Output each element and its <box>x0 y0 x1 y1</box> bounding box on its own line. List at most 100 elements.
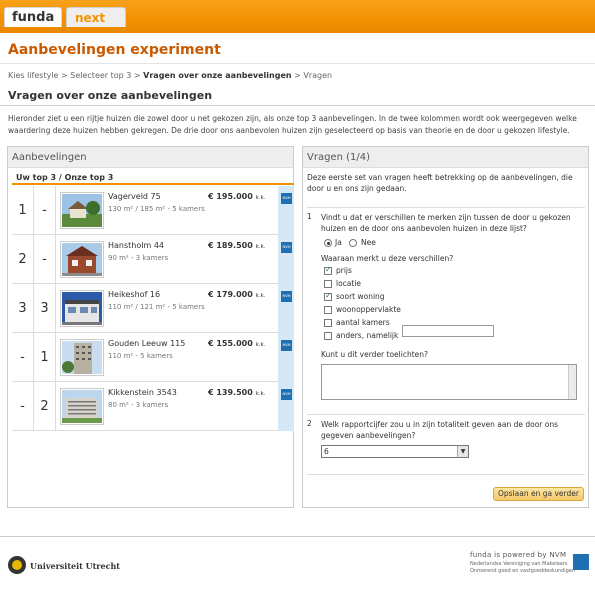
panel-title: Aanbevelingen <box>8 147 293 168</box>
question-2: 2 Welk rapportcijfer zou u in zijn total… <box>307 414 585 464</box>
questions-panel: Vragen (1/4) Deze eerste set van vragen … <box>302 146 589 508</box>
question-text: Vindt u dat er verschillen te merken zij… <box>321 213 571 233</box>
house-thumbnail[interactable] <box>60 290 104 327</box>
rating-select-value: 6 <box>324 447 329 456</box>
breadcrumb-sep: > <box>133 71 141 80</box>
breadcrumb-sep: > <box>294 71 301 80</box>
user-rank: - <box>12 333 34 382</box>
checkbox-aantal-kamers[interactable] <box>324 319 332 327</box>
house-thumbnail[interactable] <box>60 241 104 278</box>
our-rank: 1 <box>34 333 56 382</box>
checkbox-prijs[interactable] <box>324 265 332 275</box>
our-rank: 3 <box>34 284 56 333</box>
user-rank: 1 <box>12 186 34 235</box>
checkbox-label: anders, namelijk <box>336 331 399 340</box>
nvm-icon: NVM <box>281 291 292 302</box>
nvm-subtitle: Nederlandse Vereniging van Makelaars <box>470 561 568 567</box>
question-number: 2 <box>307 419 312 428</box>
house-details: 110 m² - 5 kamers <box>108 352 173 360</box>
questions-intro: Deze eerste set van vragen heeft betrekk… <box>307 173 573 193</box>
divider <box>307 474 585 475</box>
explain-label: Kunt u dit verder toelichten? <box>321 350 429 359</box>
table-row[interactable]: -2 Kikkenstein 3543 80 m² - 3 kamers € 139.… <box>12 382 294 431</box>
our-rank: - <box>34 186 56 235</box>
anders-input[interactable] <box>402 325 494 337</box>
house-details: 130 m² / 185 m² - 5 kamers <box>108 205 205 213</box>
house-details: 80 m² - 3 kamers <box>108 401 169 409</box>
checkbox-label: soort woning <box>336 292 385 301</box>
house-price: € 189.500 k.k. <box>208 241 266 250</box>
checkbox-label: woonoppervlakte <box>336 305 401 314</box>
next-tab[interactable]: next <box>66 7 126 27</box>
scrollbar[interactable] <box>568 365 576 399</box>
funda-tab[interactable]: funda <box>4 7 62 27</box>
checkbox-locatie[interactable] <box>324 280 332 288</box>
checkbox-woonoppervlakte[interactable] <box>324 306 332 314</box>
house-details: 110 m² / 121 m² - 5 kamers <box>108 303 205 311</box>
question-1: 1 Vindt u dat er verschillen te merken z… <box>307 207 585 400</box>
footer-divider <box>0 536 595 537</box>
table-row[interactable]: -1 Gouden Leeuw 115 110 m² - 5 kamers € 155… <box>12 333 294 382</box>
our-rank: 2 <box>34 382 56 431</box>
radio-no-label: Nee <box>361 238 376 247</box>
breadcrumb-step-vragen: Vragen <box>303 71 333 80</box>
rating-select[interactable]: 6 ▼ <box>321 445 469 458</box>
table-row[interactable]: 3 3 Heikeshof 16 110 m² / 121 m² - 5 kamers… <box>12 284 294 333</box>
nvm-logo-icon <box>573 554 589 570</box>
house-list: 1- Vagerveld 75 130 m² / 185 m² - 5 kamers… <box>12 186 294 431</box>
user-rank: 3 <box>12 284 34 333</box>
house-thumbnail[interactable] <box>60 192 104 229</box>
page-title: Aanbevelingen experiment <box>8 42 221 58</box>
university-name: Universiteit Utrecht <box>30 561 120 571</box>
divider <box>0 105 595 106</box>
breadcrumb-sep: > <box>61 71 68 80</box>
house-price: € 195.000 k.k. <box>208 192 266 201</box>
university-seal-icon <box>8 556 26 574</box>
explain-textarea[interactable] <box>321 364 577 400</box>
brick-house-photo <box>62 243 102 276</box>
nvm-icon: NVM <box>281 340 292 351</box>
house-name[interactable]: Kikkenstein 3543 <box>108 388 177 397</box>
nvm-icon: NVM <box>281 193 292 204</box>
powered-by-text: funda is powered by NVM <box>470 551 567 559</box>
section-title: Vragen over onze aanbevelingen <box>8 89 213 102</box>
checkbox-label: prijs <box>336 266 352 275</box>
house-name[interactable]: Heikeshof 16 <box>108 290 160 299</box>
radio-yes-label: Ja <box>335 238 342 247</box>
sub-question-label: Waaraan merkt u deze verschillen? <box>321 254 454 263</box>
nvm-icon: NVM <box>281 242 292 253</box>
breadcrumb-step-lifestyle[interactable]: Kies lifestyle <box>8 71 58 80</box>
save-continue-button[interactable]: Opslaan en ga verder <box>493 487 584 501</box>
intro-text: Hieronder ziet u een rijtje huizen die z… <box>8 114 577 135</box>
divider <box>0 63 595 64</box>
panel-title: Vragen (1/4) <box>303 147 588 168</box>
house-thumbnail[interactable] <box>60 388 104 425</box>
breadcrumb-step-current: Vragen over onze aanbevelingen <box>143 71 292 80</box>
table-row[interactable]: 2- Hanstholm 44 90 m² - 3 kamers € 189.500 … <box>12 235 294 284</box>
radio-yes[interactable] <box>324 239 332 247</box>
checkbox-soort-woning[interactable] <box>324 291 332 301</box>
house-thumbnail[interactable] <box>60 339 104 376</box>
breadcrumb: Kies lifestyle > Selecteer top 3 > Vrage… <box>8 71 332 80</box>
checkbox-anders-namelijk[interactable] <box>324 332 332 340</box>
table-row[interactable]: 1- Vagerveld 75 130 m² / 185 m² - 5 kamers… <box>12 186 294 235</box>
house-green-photo <box>62 194 102 227</box>
house-price: € 179.000 k.k. <box>208 290 266 299</box>
house-name[interactable]: Vagerveld 75 <box>108 192 161 201</box>
checkbox-label: locatie <box>336 279 362 288</box>
recommendations-panel: Aanbevelingen Uw top 3 / Onze top 3 1- Va… <box>7 146 294 508</box>
apartment-block-photo <box>62 390 102 423</box>
user-rank: 2 <box>12 235 34 284</box>
house-price: € 139.500 k.k. <box>208 388 266 397</box>
house-name[interactable]: Gouden Leeuw 115 <box>108 339 185 348</box>
house-price: € 155.000 k.k. <box>208 339 266 348</box>
breadcrumb-step-top3[interactable]: Selecteer top 3 <box>70 71 131 80</box>
chevron-down-icon[interactable]: ▼ <box>457 446 468 457</box>
user-rank: - <box>12 382 34 431</box>
our-rank: - <box>34 235 56 284</box>
radio-no[interactable] <box>349 239 357 247</box>
house-name[interactable]: Hanstholm 44 <box>108 241 164 250</box>
row-house-photo <box>62 292 102 325</box>
nvm-subtitle: Onroerend goed en vastgoeddeskundigen <box>470 568 576 574</box>
house-details: 90 m² - 3 kamers <box>108 254 169 262</box>
